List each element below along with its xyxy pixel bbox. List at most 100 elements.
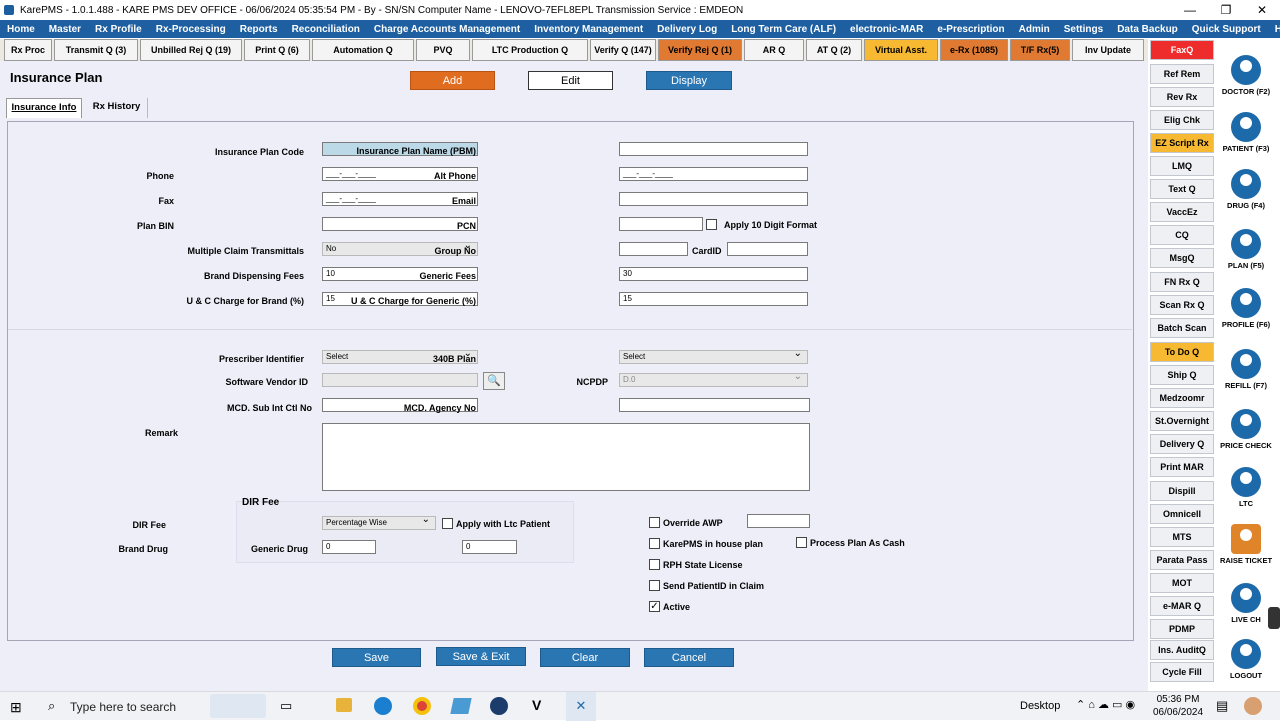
menu-delivery-log[interactable]: Delivery Log [650, 24, 724, 35]
tb-verify-q[interactable]: Verify Q (147) [590, 39, 656, 61]
menu-data-backup[interactable]: Data Backup [1110, 24, 1185, 35]
rb-mts[interactable]: MTS [1150, 527, 1214, 547]
menu-quick-support[interactable]: Quick Support [1185, 24, 1268, 35]
rb-medzoomr[interactable]: Medzoomr [1150, 388, 1214, 408]
generic-drug-input[interactable]: 0 [462, 540, 517, 554]
menu-reports[interactable]: Reports [233, 24, 285, 35]
restore-icon[interactable]: ❐ [1208, 0, 1244, 20]
rb-mot[interactable]: MOT [1150, 573, 1214, 593]
app-icon-1[interactable] [450, 698, 472, 714]
rb-text-q[interactable]: Text Q [1150, 179, 1214, 199]
menu-reconciliation[interactable]: Reconciliation [285, 24, 367, 35]
rb-omnicell[interactable]: Omnicell [1150, 504, 1214, 524]
plan-name-input[interactable] [619, 142, 808, 156]
override-awp-checkbox[interactable] [649, 517, 660, 528]
rb-ins-auditq[interactable]: Ins. AuditQ [1150, 640, 1214, 660]
drug-shortcut[interactable]: DRUG (F4) [1216, 163, 1276, 221]
email-input[interactable] [619, 192, 808, 206]
rb-batch-scan[interactable]: Batch Scan [1150, 318, 1214, 338]
apply-10-digit-checkbox[interactable] [706, 219, 717, 230]
rb-ez-script-rx[interactable]: EZ Script Rx [1150, 133, 1214, 153]
rb-fn-rx-q[interactable]: FN Rx Q [1150, 272, 1214, 292]
rb-to-do-q[interactable]: To Do Q [1150, 342, 1214, 362]
add-button[interactable]: Add [410, 71, 495, 90]
cardid-input[interactable] [727, 242, 808, 256]
clear-button[interactable]: Clear [540, 648, 630, 667]
logout-shortcut[interactable]: LOGOUT [1216, 633, 1276, 691]
ncpdp-select[interactable]: D.0 [619, 371, 808, 387]
tb-print-q[interactable]: Print Q (6) [244, 39, 310, 61]
notification-icon[interactable]: ▤ [1216, 698, 1228, 714]
tb-transmit-q[interactable]: Transmit Q (3) [54, 39, 138, 61]
tb-unbilled-rej-q[interactable]: Unbilled Rej Q (19) [140, 39, 242, 61]
ltc-shortcut[interactable]: LTC [1216, 461, 1276, 519]
tb-rx-proc[interactable]: Rx Proc [4, 39, 52, 61]
340b-select[interactable]: Select [619, 348, 808, 364]
raise-ticket-shortcut[interactable]: RAISE TICKET [1216, 518, 1276, 576]
search-icon[interactable]: 🔍 [483, 372, 505, 390]
rb-dispill[interactable]: Dispill [1150, 481, 1214, 501]
tb-e-rx[interactable]: e-Rx (1085) [940, 39, 1008, 61]
alt-phone-input[interactable]: ___-___-____ [619, 167, 808, 181]
menu-home[interactable]: Home [0, 24, 42, 35]
display-button[interactable]: Display [646, 71, 732, 90]
rb-lmq[interactable]: LMQ [1150, 156, 1214, 176]
rb-vaccez[interactable]: VaccEz [1150, 202, 1214, 222]
tb-virtual-asst[interactable]: Virtual Asst. [864, 39, 938, 61]
rb-cycle-fill[interactable]: Cycle Fill [1150, 662, 1214, 682]
tb-verify-rej-q[interactable]: Verify Rej Q (1) [658, 39, 742, 61]
karepms-task-icon[interactable]: ✕ [566, 692, 596, 721]
send-patientid-checkbox[interactable] [649, 580, 660, 591]
patient-shortcut[interactable]: PATIENT (F3) [1216, 106, 1276, 164]
rb-st-overnight[interactable]: St.Overnight [1150, 411, 1214, 431]
menu-e-prescription[interactable]: e-Prescription [930, 24, 1011, 35]
menu-charge-accounts[interactable]: Charge Accounts Management [367, 24, 527, 35]
vendor-id-input[interactable] [322, 373, 478, 387]
price-check-shortcut[interactable]: PRICE CHECK [1216, 403, 1276, 461]
chrome-icon[interactable] [413, 697, 431, 715]
rb-msgq[interactable]: MsgQ [1150, 248, 1214, 268]
close-icon[interactable]: ✕ [1244, 0, 1280, 20]
rb-scan-rx-q[interactable]: Scan Rx Q [1150, 295, 1214, 315]
rb-emar-q[interactable]: e-MAR Q [1150, 596, 1214, 616]
live-chat-shortcut[interactable]: LIVE CH [1216, 577, 1276, 635]
tab-rx-history[interactable]: Rx History [86, 98, 148, 118]
refill-shortcut[interactable]: REFILL (F7) [1216, 343, 1276, 401]
menu-admin[interactable]: Admin [1012, 24, 1057, 35]
override-awp-input[interactable] [747, 514, 810, 528]
plan-shortcut[interactable]: PLAN (F5) [1216, 223, 1276, 281]
rb-print-mar[interactable]: Print MAR [1150, 457, 1214, 477]
inhouse-plan-checkbox[interactable] [649, 538, 660, 549]
menu-master[interactable]: Master [42, 24, 88, 35]
apply-ltc-checkbox[interactable] [442, 518, 453, 529]
menu-electronic-mar[interactable]: electronic-MAR [843, 24, 930, 35]
rb-delivery-q[interactable]: Delivery Q [1150, 434, 1214, 454]
taskbar-widget-icon[interactable] [210, 694, 266, 718]
tb-inv-update[interactable]: Inv Update [1072, 39, 1144, 61]
tb-ar-q[interactable]: AR Q [744, 39, 804, 61]
menu-settings[interactable]: Settings [1057, 24, 1110, 35]
remark-textarea[interactable] [322, 423, 810, 491]
generic-fee-input[interactable]: 30 [619, 267, 808, 281]
pcn-input[interactable] [619, 217, 703, 231]
rb-pdmp[interactable]: PDMP [1150, 619, 1214, 639]
file-explorer-icon[interactable] [336, 698, 352, 712]
rb-cq[interactable]: CQ [1150, 225, 1214, 245]
tab-insurance-info[interactable]: Insurance Info [6, 98, 82, 118]
menu-inventory[interactable]: Inventory Management [527, 24, 650, 35]
task-view-icon[interactable]: ▭ [280, 698, 292, 714]
rb-ship-q[interactable]: Ship Q [1150, 365, 1214, 385]
tb-automation-q[interactable]: Automation Q [312, 39, 414, 61]
active-checkbox[interactable]: ✓ [649, 601, 660, 612]
scroll-handle[interactable] [1268, 607, 1280, 629]
menu-help[interactable]: Help [1268, 24, 1280, 35]
save-button[interactable]: Save [332, 648, 421, 667]
save-exit-button[interactable]: Save & Exit [436, 647, 526, 666]
taskbar-search-box[interactable]: Type here to search [70, 700, 176, 714]
menu-rx-processing[interactable]: Rx-Processing [149, 24, 233, 35]
user-avatar[interactable] [1244, 697, 1262, 715]
tb-pvq[interactable]: PVQ [416, 39, 470, 61]
brand-drug-input[interactable]: 0 [322, 540, 376, 554]
tb-at-q[interactable]: AT Q (2) [806, 39, 862, 61]
tb-tf-rx[interactable]: T/F Rx(5) [1010, 39, 1070, 61]
